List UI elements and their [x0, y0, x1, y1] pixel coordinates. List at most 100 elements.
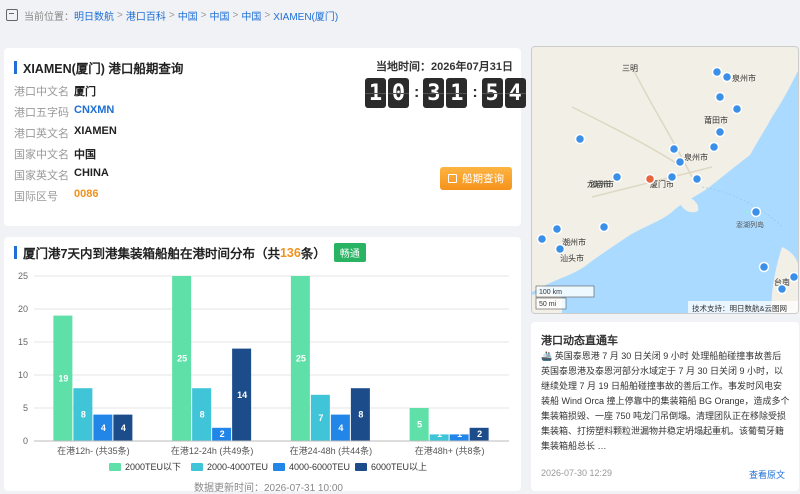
clock-digit: 5	[481, 78, 503, 108]
title-accent-bar	[14, 61, 17, 74]
berth-time-chart-card: 厦门港7天内到港集装箱船舶在港时间分布（共 136 条） 畅通 0 5 10 15 20…	[4, 237, 521, 494]
map-label: 泉州市	[732, 73, 756, 83]
port-marker[interactable]	[714, 126, 726, 138]
clock-digit: 4	[504, 78, 526, 108]
calendar-icon	[448, 174, 457, 183]
port-marker[interactable]	[691, 173, 703, 185]
schedule-query-button[interactable]: 船期查询	[440, 167, 512, 190]
location-icon	[6, 9, 18, 21]
port-marker[interactable]	[611, 171, 623, 183]
data-label: 1	[457, 429, 462, 439]
port-marker[interactable]	[666, 171, 678, 183]
clock-digit: 1	[446, 78, 468, 108]
news-section-title: 港口动态直通车	[541, 335, 618, 347]
port-marker[interactable]	[750, 206, 762, 218]
breadcrumb-current[interactable]: XIAMEN(厦门)	[273, 8, 338, 23]
breadcrumb-link[interactable]: 中国	[210, 8, 230, 23]
data-label: 7	[318, 413, 323, 423]
legend-label: 2000TEU以下	[125, 462, 181, 472]
port-marker[interactable]	[598, 221, 610, 233]
data-label: 1	[437, 429, 442, 439]
data-label: 8	[200, 410, 205, 420]
clock-digit: 3	[423, 78, 445, 108]
port-marker[interactable]	[536, 233, 548, 245]
port-marker[interactable]	[674, 156, 686, 168]
data-label: 14	[237, 390, 247, 400]
x-tick-label: 在港12h- (共35条)	[57, 445, 130, 456]
port-marker[interactable]	[574, 133, 586, 145]
port-marker[interactable]	[708, 141, 720, 153]
legend-swatch	[109, 463, 121, 471]
port-marker[interactable]	[788, 271, 799, 283]
breadcrumb-prefix: 当前位置：	[24, 11, 74, 23]
data-label: 2	[477, 429, 482, 439]
port-marker[interactable]	[758, 261, 770, 273]
map-canvas[interactable]: 三明 龙岩市 漳州市 泉州市 莆田市 潮州市 汕头市 厦门市 泉州市 澎湖列岛 …	[532, 47, 799, 314]
map-label: 澎湖列岛	[736, 220, 764, 229]
port-marker[interactable]	[731, 103, 743, 115]
chart-title: 厦门港7天内到港集装箱船舶在港时间分布（共 136 条） 畅通	[14, 243, 366, 262]
data-label: 8	[81, 410, 86, 420]
info-row-country-en: 国家英文名 CHINA	[14, 167, 109, 182]
port-info-card: XIAMEN(厦门) 港口船期查询 港口中文名 厦门 港口五字码 CNXMN 港口英…	[4, 48, 526, 226]
y-tick-label: 25	[18, 271, 28, 281]
current-port-marker[interactable]	[644, 173, 656, 185]
port-news-card: 港口动态直通车 🚢 英国泰恩港 7 月 30 日关闭 9 小时 处理船舶碰撞事故…	[531, 322, 799, 491]
legend-swatch	[273, 463, 285, 471]
port-marker[interactable]	[776, 283, 788, 295]
local-clock: 1 0 : 3 1 : 5 4	[365, 78, 528, 108]
breadcrumb-link[interactable]: 明日数航	[74, 8, 114, 23]
status-badge: 畅通	[333, 243, 366, 262]
map-label: 莆田市	[704, 115, 728, 125]
y-tick-label: 0	[23, 436, 28, 446]
port-marker[interactable]	[668, 143, 680, 155]
update-time: 数据更新时间：2026-07-31 10:00	[194, 483, 343, 494]
x-tick-label: 在港24-48h (共44条)	[290, 445, 373, 456]
breadcrumb: 当前位置： 明日数航 > 港口百科 > 中国 > 中国 > 中国 > XIAMEN(厦门)	[0, 0, 800, 30]
map-label: 潮州市	[562, 237, 586, 247]
data-label: 25	[177, 354, 187, 364]
map-scale-km: 100 km	[539, 289, 562, 296]
port-marker[interactable]	[714, 91, 726, 103]
info-row-country-cn: 国家中文名 中国	[14, 149, 96, 161]
x-tick-label: 在港48h+ (共8条)	[415, 445, 485, 456]
clock-digit: 0	[388, 78, 409, 108]
info-row-port-en: 港口英文名 XIAMEN	[14, 125, 117, 140]
legend-swatch	[355, 463, 367, 471]
info-row-area-code: 国际区号 0086	[14, 188, 99, 203]
title-accent-bar	[14, 246, 17, 259]
port-title: XIAMEN(厦门) 港口船期查询	[14, 58, 183, 77]
map-label: 汕头市	[560, 253, 584, 263]
bar-chart: 05101520251984 4在港12h- (共35条)258214在港12-2…	[18, 271, 509, 472]
view-original-link[interactable]: 查看原文	[749, 468, 785, 481]
port-marker[interactable]	[711, 66, 723, 78]
data-label: 19	[58, 373, 68, 383]
port-marker[interactable]	[551, 223, 563, 235]
map-label: 泉州市	[684, 152, 708, 162]
news-body: 🚢 英国泰恩港 7 月 30 日关闭 9 小时 处理船舶碰撞事故善后 英国泰恩港…	[541, 351, 790, 451]
legend-label: 2000-4000TEU	[207, 462, 268, 472]
data-label: 8	[358, 410, 363, 420]
data-label: 4	[338, 423, 343, 433]
map-label: 漳州市	[590, 179, 614, 189]
data-label: 4	[121, 423, 126, 433]
breadcrumb-link[interactable]: 中国	[241, 8, 261, 23]
map-attribution: 技术支持：明日数航&云图网	[692, 303, 787, 313]
port-map[interactable]: 三明 龙岩市 漳州市 泉州市 莆田市 潮州市 汕头市 厦门市 泉州市 澎湖列岛 …	[531, 46, 799, 314]
breadcrumb-link[interactable]: 港口百科	[126, 8, 166, 23]
breadcrumb-link[interactable]: 中国	[178, 8, 198, 23]
map-label: 三明	[622, 64, 638, 73]
legend-swatch	[191, 463, 203, 471]
y-tick-label: 5	[23, 403, 28, 413]
y-tick-label: 20	[18, 304, 28, 314]
y-tick-label: 15	[18, 337, 28, 347]
info-row-port-cn: 港口中文名 厦门	[14, 86, 96, 98]
clock-digit: 1	[365, 78, 386, 108]
port-marker[interactable]	[554, 243, 566, 255]
port-marker[interactable]	[721, 71, 733, 83]
data-label: 25	[296, 354, 306, 364]
info-row-port-code: 港口五字码 CNXMN	[14, 104, 115, 119]
map-scale-mi: 50 mi	[539, 301, 557, 308]
x-tick-label: 在港12-24h (共49条)	[171, 445, 254, 456]
data-label: 4	[101, 423, 106, 433]
